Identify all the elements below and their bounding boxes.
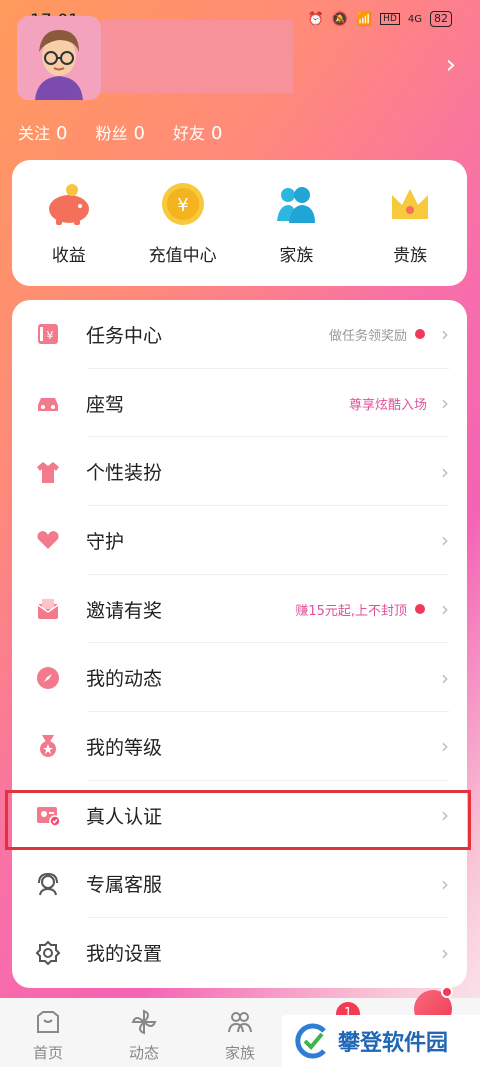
home-icon	[37, 1011, 59, 1033]
notification-dot	[415, 329, 425, 340]
heart-icon	[34, 526, 62, 554]
clothing-icon	[34, 458, 62, 486]
menu-item-settings[interactable]: 我的设置 ›	[26, 918, 449, 987]
menu-item-invite[interactable]: 邀请有奖 赚15元起,上不封顶 ›	[26, 575, 449, 644]
notification-dot	[415, 604, 425, 615]
avatar[interactable]	[17, 16, 101, 100]
menu-item-my-level[interactable]: 我的等级 ›	[26, 712, 449, 781]
nav-moments[interactable]: 动态	[96, 998, 192, 1067]
wifi-icon: 📶	[355, 11, 373, 27]
stat-fans[interactable]: 粉丝 0	[95, 120, 144, 144]
alarm-icon: ⏰	[307, 11, 324, 27]
battery-icon: 82	[430, 11, 452, 27]
quick-family-label: 家族	[279, 245, 314, 266]
yuan-coin-icon: ¥	[161, 182, 204, 225]
hd-icon: HD	[380, 13, 400, 25]
piggy-bank-icon	[48, 183, 89, 225]
menu-item-customer-service[interactable]: 专属客服 ›	[26, 850, 449, 919]
family-icon	[277, 186, 316, 223]
quick-recharge-label: 充值中心	[148, 245, 217, 266]
profile-chevron-icon[interactable]: ›	[446, 50, 456, 80]
nav-home[interactable]: 首页	[0, 998, 96, 1067]
chevron-right-icon: ›	[441, 597, 449, 622]
medal-icon	[34, 732, 62, 760]
car-icon	[34, 389, 62, 417]
mute-icon: 🔕	[331, 11, 348, 27]
quick-actions-card: 收益 ¥ 充值中心 家族 贵族	[12, 160, 467, 286]
menu-item-task-center[interactable]: ¥ 任务中心 做任务领奖励 ›	[26, 300, 449, 369]
quick-earnings-label: 收益	[51, 245, 86, 266]
chevron-right-icon: ›	[441, 940, 449, 965]
compass-icon	[34, 664, 62, 692]
gear-icon	[34, 939, 62, 967]
watermark-logo-icon	[295, 1023, 326, 1059]
menu-item-dress-up[interactable]: 个性装扮 ›	[26, 437, 449, 506]
chevron-right-icon: ›	[441, 871, 449, 896]
watermark-text: 攀登软件园	[338, 1031, 449, 1056]
menu-card: ¥ 任务中心 做任务领奖励 › 座驾 尊享炫酷入场 › 个性装扮 › 守护 › …	[12, 300, 467, 988]
svg-text:¥: ¥	[177, 195, 188, 216]
svg-text:¥: ¥	[47, 329, 54, 342]
chevron-right-icon: ›	[441, 322, 449, 347]
pinwheel-icon	[131, 1009, 157, 1035]
family-outline-icon	[228, 1012, 252, 1033]
chevron-right-icon: ›	[441, 459, 449, 484]
quick-family[interactable]: 家族	[246, 181, 346, 266]
profile-stats: 关注 0 粉丝 0 好友 0	[18, 120, 222, 144]
notification-dot	[441, 986, 453, 998]
crown-icon	[392, 188, 429, 219]
stat-friends[interactable]: 好友 0	[173, 120, 222, 144]
quick-noble[interactable]: 贵族	[360, 181, 460, 266]
chevron-right-icon: ›	[441, 665, 449, 690]
nav-family[interactable]: 家族	[192, 998, 288, 1067]
highlight-box	[5, 790, 471, 850]
username-redacted	[101, 20, 293, 93]
chevron-right-icon: ›	[441, 734, 449, 759]
chevron-right-icon: ›	[441, 528, 449, 553]
chevron-right-icon: ›	[441, 391, 449, 416]
headset-icon	[34, 870, 62, 898]
avatar-illustration-icon	[17, 16, 101, 100]
menu-item-vehicle[interactable]: 座驾 尊享炫酷入场 ›	[26, 369, 449, 438]
signal-icon: 4G	[407, 13, 422, 25]
quick-recharge[interactable]: ¥ 充值中心	[133, 181, 233, 266]
task-center-icon: ¥	[34, 320, 62, 348]
menu-item-guard[interactable]: 守护 ›	[26, 506, 449, 575]
menu-item-my-moments[interactable]: 我的动态 ›	[26, 643, 449, 712]
quick-earnings[interactable]: 收益	[19, 181, 119, 266]
stat-following[interactable]: 关注 0	[18, 120, 67, 144]
quick-noble-label: 贵族	[393, 245, 428, 266]
envelope-icon	[34, 595, 62, 623]
status-icons: ⏰ 🔕 📶 HD 4G 82	[308, 11, 452, 27]
watermark: 攀登软件园	[282, 1015, 480, 1067]
